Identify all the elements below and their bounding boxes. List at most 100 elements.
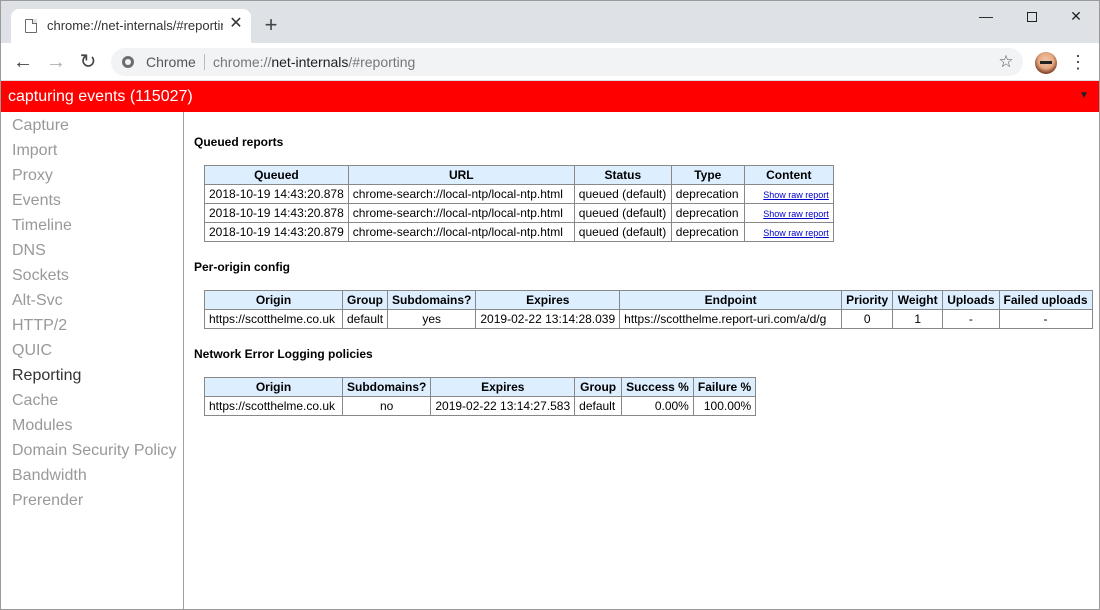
content-cell: Show raw report <box>743 184 834 204</box>
sidebar-item-dns[interactable]: DNS <box>12 242 46 260</box>
sidebar-item-alt-svc[interactable]: Alt-Svc <box>12 292 63 310</box>
omnibox-chrome-label: Chrome <box>146 54 196 70</box>
menu-kebab-icon[interactable]: ⋮ <box>1067 50 1089 74</box>
tab-net-internals[interactable]: chrome://net-internals/#reporting ✕ <box>11 9 251 43</box>
sidebar-item-proxy[interactable]: Proxy <box>12 167 53 185</box>
sidebar-item-http2[interactable]: HTTP/2 <box>12 317 67 335</box>
sidebar-item-cache[interactable]: Cache <box>12 392 58 410</box>
content-cell: Show raw report <box>743 222 834 242</box>
column-header: Failure % <box>692 377 757 397</box>
success-cell: 0.00% <box>621 396 694 416</box>
table-header-row: Origin Group Subdomains? Expires Endpoin… <box>204 290 1093 310</box>
column-header: Uploads <box>942 290 1000 310</box>
sidebar-item-capture[interactable]: Capture <box>12 117 69 135</box>
reporting-panel: Queued reports Queued URL Status Type Co… <box>194 112 1094 609</box>
column-header: Group <box>341 290 389 310</box>
table-header-row: Origin Subdomains? Expires Group Success… <box>204 377 757 397</box>
sidebar-item-reporting[interactable]: Reporting <box>12 367 81 385</box>
close-tab-icon[interactable]: ✕ <box>227 15 245 33</box>
toolbar: ← → ↻ Chrome chrome://net-internals/#rep… <box>1 43 1099 81</box>
capture-status-text: capturing events (115027) <box>8 88 193 105</box>
type-cell: deprecation <box>670 184 745 204</box>
new-tab-button[interactable]: + <box>261 14 281 36</box>
column-header: Queued <box>204 165 349 185</box>
table-row: 2018-10-19 14:43:20.879 chrome-search://… <box>204 222 834 242</box>
per-origin-config-table: Origin Group Subdomains? Expires Endpoin… <box>204 290 1093 329</box>
subdomains-cell: no <box>341 396 432 416</box>
column-header: Expires <box>475 290 621 310</box>
profile-avatar[interactable] <box>1035 52 1057 74</box>
queued-reports-table: Queued URL Status Type Content 2018-10-1… <box>204 165 834 242</box>
failure-cell: 100.00% <box>692 396 757 416</box>
show-raw-report-link[interactable]: Show raw report <box>763 190 829 200</box>
table-header-row: Queued URL Status Type Content <box>204 165 834 185</box>
type-cell: deprecation <box>670 222 745 242</box>
queued-cell: 2018-10-19 14:43:20.879 <box>204 222 349 242</box>
column-header: Status <box>573 165 672 185</box>
endpoint-cell: https://scotthelme.report-uri.com/a/d/g <box>619 309 843 329</box>
sidebar-item-bandwidth[interactable]: Bandwidth <box>12 467 87 485</box>
sidebar-item-import[interactable]: Import <box>12 142 57 160</box>
nel-policies-heading: Network Error Logging policies <box>194 347 373 361</box>
table-row: https://scotthelme.co.uk default yes 201… <box>204 309 1093 329</box>
column-header: Origin <box>204 377 343 397</box>
back-button[interactable]: ← <box>10 49 36 75</box>
queued-reports-heading: Queued reports <box>194 135 284 149</box>
priority-cell: 0 <box>841 309 894 329</box>
origin-cell: https://scotthelme.co.uk <box>204 396 343 416</box>
table-row: 2018-10-19 14:43:20.878 chrome-search://… <box>204 184 834 204</box>
sidebar-item-modules[interactable]: Modules <box>12 417 72 435</box>
column-header: Priority <box>841 290 894 310</box>
omnibox-url[interactable]: chrome://net-internals/#reporting <box>213 54 415 70</box>
type-cell: deprecation <box>670 203 745 223</box>
status-cell: queued (default) <box>573 222 672 242</box>
sidebar-item-timeline[interactable]: Timeline <box>12 217 72 235</box>
show-raw-report-link[interactable]: Show raw report <box>763 209 829 219</box>
column-header: Group <box>574 377 623 397</box>
subdomains-cell: yes <box>387 309 477 329</box>
uploads-cell: - <box>942 309 1000 329</box>
column-header: Type <box>670 165 745 185</box>
show-raw-report-link[interactable]: Show raw report <box>763 228 829 238</box>
address-bar[interactable]: Chrome chrome://net-internals/#reporting <box>111 48 1023 76</box>
column-header: URL <box>347 165 575 185</box>
column-header: Expires <box>430 377 576 397</box>
failed-uploads-cell: - <box>998 309 1093 329</box>
status-cell: queued (default) <box>573 184 672 204</box>
column-header: Endpoint <box>619 290 843 310</box>
sidebar-item-quic[interactable]: QUIC <box>12 342 52 360</box>
chrome-icon <box>122 56 134 68</box>
sidebar-item-domain-security-policy[interactable]: Domain Security Policy <box>12 442 177 460</box>
dropdown-arrow-icon[interactable]: ▼ <box>1077 89 1091 103</box>
reload-button[interactable]: ↻ <box>75 49 101 75</box>
sidebar-item-prerender[interactable]: Prerender <box>12 492 83 510</box>
table-row: https://scotthelme.co.uk no 2019-02-22 1… <box>204 396 757 416</box>
expires-cell: 2019-02-22 13:14:27.583 <box>430 396 576 416</box>
column-header: Failed uploads <box>998 290 1093 310</box>
queued-cell: 2018-10-19 14:43:20.878 <box>204 184 349 204</box>
maximize-button[interactable] <box>1009 1 1055 31</box>
browser-window: chrome://net-internals/#reporting ✕ + — … <box>0 0 1100 610</box>
tab-strip: chrome://net-internals/#reporting ✕ + — … <box>1 1 1099 43</box>
minimize-button[interactable]: — <box>963 1 1009 31</box>
group-cell: default <box>574 396 623 416</box>
forward-button[interactable]: → <box>43 49 69 75</box>
url-cell: chrome-search://local-ntp/local-ntp.html <box>347 203 575 223</box>
page-icon <box>25 19 37 33</box>
sidebar: Capture Import Proxy Events Timeline DNS… <box>1 112 184 609</box>
bookmark-star-icon[interactable]: ☆ <box>995 51 1017 73</box>
sidebar-item-sockets[interactable]: Sockets <box>12 267 69 285</box>
url-cell: chrome-search://local-ntp/local-ntp.html <box>347 184 575 204</box>
omnibox-separator <box>204 54 205 70</box>
column-header: Subdomains? <box>341 377 432 397</box>
status-cell: queued (default) <box>573 203 672 223</box>
content-cell: Show raw report <box>743 203 834 223</box>
table-row: 2018-10-19 14:43:20.878 chrome-search://… <box>204 203 834 223</box>
sidebar-item-events[interactable]: Events <box>12 192 61 210</box>
weight-cell: 1 <box>892 309 944 329</box>
origin-cell: https://scotthelme.co.uk <box>204 309 343 329</box>
per-origin-config-heading: Per-origin config <box>194 260 290 274</box>
close-window-button[interactable]: ✕ <box>1053 1 1099 31</box>
column-header: Content <box>743 165 834 185</box>
column-header: Subdomains? <box>387 290 477 310</box>
